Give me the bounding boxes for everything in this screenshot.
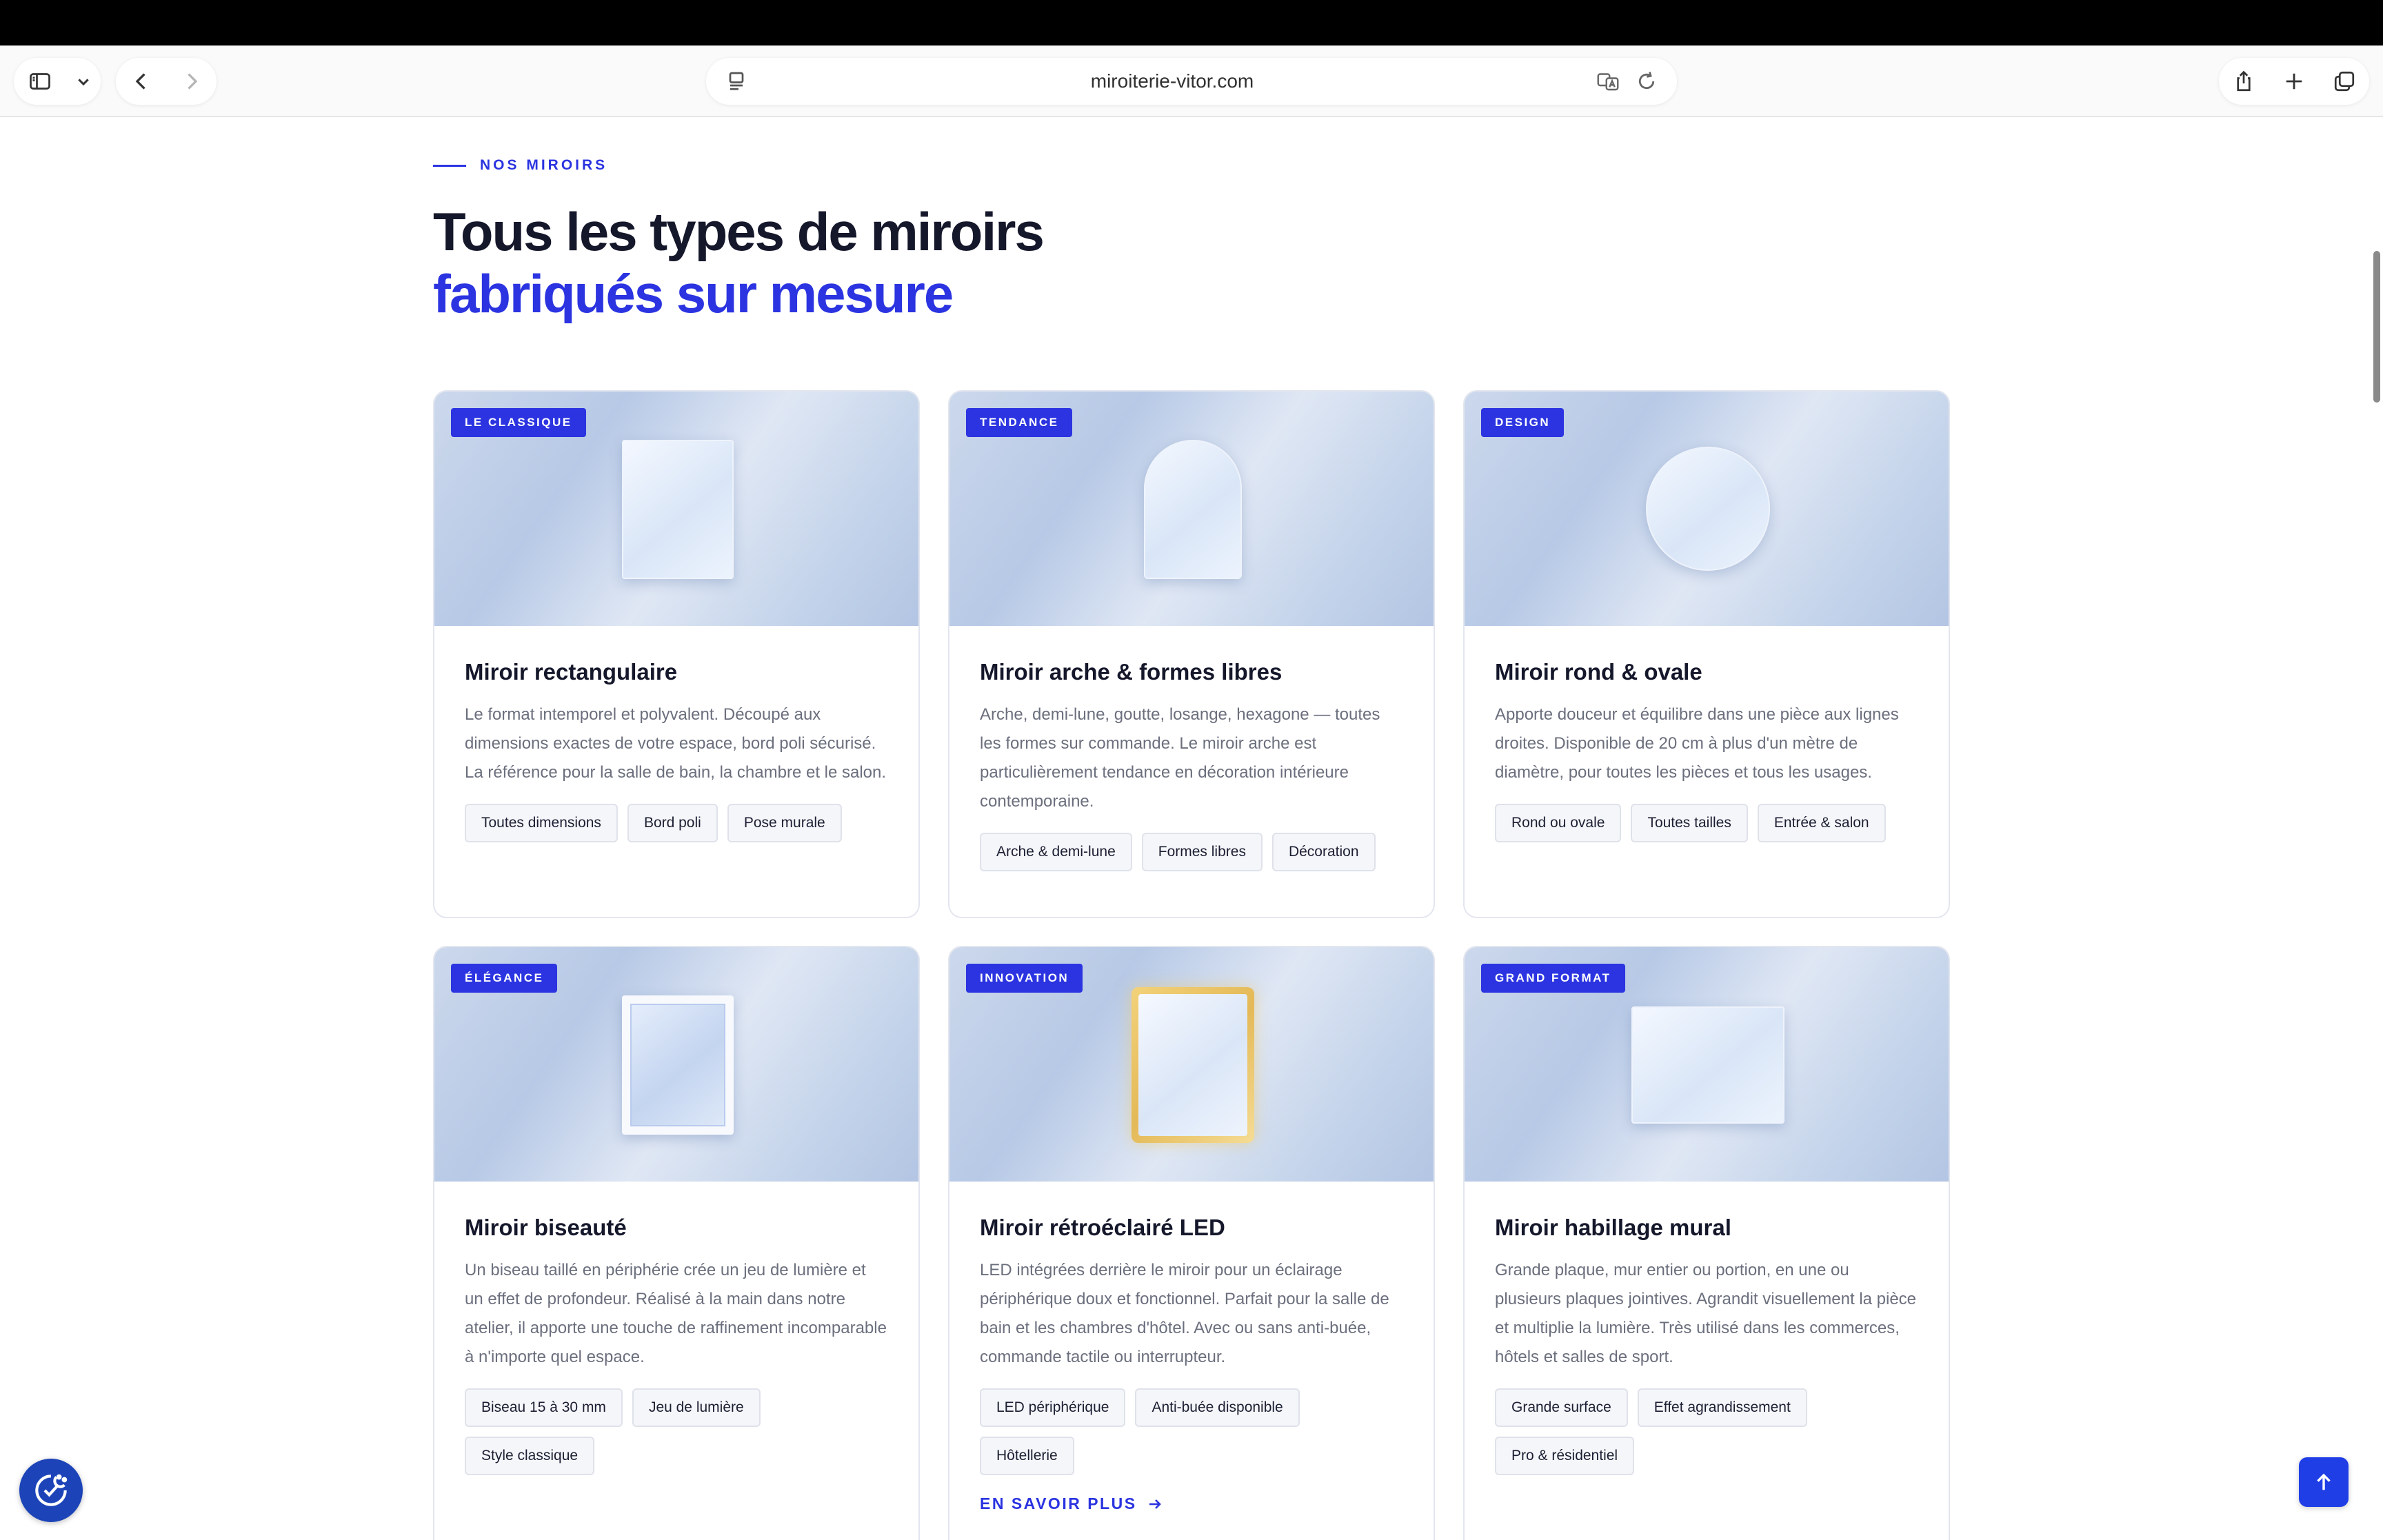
beveled-mirror-illustration [622, 995, 734, 1135]
reload-icon[interactable] [1627, 62, 1666, 101]
arrow-right-icon [1149, 1499, 1161, 1509]
eyebrow-label: NOS MIROIRS [480, 157, 608, 173]
card-tags: Toutes dimensions Bord poli Pose murale [465, 804, 888, 842]
arch-mirror-illustration [1144, 440, 1242, 579]
learn-more-link[interactable]: EN SAVOIR PLUS [980, 1495, 1403, 1513]
round-mirror-illustration [1646, 447, 1770, 571]
tag: Jeu de lumière [632, 1388, 761, 1427]
card-tags: Arche & demi-lune Formes libres Décorati… [980, 833, 1403, 871]
back-arrow-icon[interactable] [122, 62, 161, 101]
card-badge: INNOVATION [966, 964, 1083, 993]
translate-icon[interactable] [1589, 62, 1627, 101]
tag: Anti-buée disponible [1135, 1388, 1300, 1427]
card-title: Miroir rond & ovale [1495, 659, 1702, 685]
rectangular-mirror-illustration [622, 440, 734, 579]
tag: Formes libres [1141, 833, 1263, 871]
card-description: Grande plaque, mur entier ou portion, en… [1495, 1261, 1917, 1366]
tag: Entrée & salon [1757, 804, 1886, 842]
address-bar[interactable]: miroiterie-vitor.com [706, 58, 1677, 105]
card-tags: Rond ou ovale Toutes tailles Entrée & sa… [1495, 804, 1918, 842]
tag: LED périphérique [980, 1388, 1126, 1427]
learn-more-label: EN SAVOIR PLUS [980, 1495, 1137, 1512]
window-actions [2219, 58, 2369, 105]
tag: Style classique [465, 1437, 595, 1475]
card-body: Miroir habillage mural Grande plaque, mu… [1465, 1182, 1949, 1503]
led-mirror-glass [1138, 994, 1247, 1136]
nav-buttons [116, 58, 217, 105]
sidebar-control[interactable] [14, 58, 101, 105]
tag: Pose murale [727, 804, 842, 842]
card-image: GRAND FORMAT [1465, 947, 1949, 1182]
share-icon[interactable] [2224, 62, 2263, 101]
arrow-up-icon [2317, 1473, 2331, 1490]
card-badge: DESIGN [1481, 408, 1565, 437]
page-scrollbar[interactable] [2373, 251, 2380, 403]
card-title: Miroir rectangulaire [465, 659, 678, 685]
card-badge: GRAND FORMAT [1481, 964, 1625, 993]
card-tags: Biseau 15 à 30 mm Jeu de lumière Style c… [465, 1388, 888, 1475]
card-round[interactable]: DESIGN Miroir rond & ovale Apporte douce… [1463, 390, 1950, 918]
tag: Biseau 15 à 30 mm [465, 1388, 623, 1427]
card-image: ÉLÉGANCE [434, 947, 918, 1182]
card-description: Arche, demi-lune, goutte, losange, hexag… [980, 705, 1380, 811]
led-mirror-illustration [1132, 987, 1254, 1143]
card-title: Miroir rétroéclairé LED [980, 1215, 1225, 1240]
card-arch[interactable]: TENDANCE Miroir arche & formes libres Ar… [948, 390, 1435, 918]
card-description: Le format intemporel et polyvalent. Déco… [465, 705, 887, 782]
card-title: Miroir habillage mural [1495, 1215, 1731, 1240]
card-description: LED intégrées derrière le miroir pour un… [980, 1261, 1389, 1366]
tag: Bord poli [627, 804, 718, 842]
plus-icon[interactable] [2275, 62, 2313, 101]
eyebrow-line [433, 164, 466, 167]
scroll-to-top-button[interactable] [2299, 1457, 2349, 1507]
wall-mirror-illustration [1631, 1006, 1784, 1124]
page-content: NOS MIROIRS Tous les types de miroirs fa… [0, 117, 2383, 1540]
sidebar-icon[interactable] [21, 62, 59, 101]
browser-toolbar: miroiterie-vitor.com [0, 45, 2383, 117]
card-body: Miroir rétroéclairé LED LED intégrées de… [949, 1182, 1434, 1540]
tag: Grande surface [1495, 1388, 1628, 1427]
card-image: LE CLASSIQUE [434, 392, 918, 626]
card-image: DESIGN [1465, 392, 1949, 626]
tag: Hôtellerie [980, 1437, 1074, 1475]
card-rectangular[interactable]: LE CLASSIQUE Miroir rectangulaire Le for… [433, 390, 920, 918]
card-image: TENDANCE [949, 392, 1434, 626]
forward-arrow-icon[interactable] [172, 62, 211, 101]
card-body: Miroir rectangulaire Le format intempore… [434, 626, 918, 870]
reader-icon[interactable] [717, 62, 756, 101]
bevel-inner [630, 1004, 725, 1126]
card-image: INNOVATION [949, 947, 1434, 1182]
cookie-consent-icon [35, 1474, 68, 1506]
tag: Toutes dimensions [465, 804, 618, 842]
tag: Rond ou ovale [1495, 804, 1622, 842]
card-tags: Grande surface Effet agrandissement Pro … [1495, 1388, 1918, 1475]
card-wall-cladding[interactable]: GRAND FORMAT Miroir habillage mural Gran… [1463, 946, 1950, 1540]
chevron-down-icon[interactable] [72, 62, 94, 101]
url-text: miroiterie-vitor.com [1090, 70, 1254, 92]
card-body: Miroir biseauté Un biseau taillé en péri… [434, 1182, 918, 1503]
card-body: Miroir arche & formes libres Arche, demi… [949, 626, 1434, 899]
card-tags: LED périphérique Anti-buée disponible Hô… [980, 1388, 1403, 1475]
tag: Toutes tailles [1631, 804, 1748, 842]
card-body: Miroir rond & ovale Apporte douceur et é… [1465, 626, 1949, 870]
section-title-line-2: fabriqués sur mesure [433, 263, 954, 324]
card-badge: LE CLASSIQUE [451, 408, 586, 437]
card-badge: ÉLÉGANCE [451, 964, 558, 993]
tag: Arche & demi-lune [980, 833, 1132, 871]
card-beveled[interactable]: ÉLÉGANCE Miroir biseauté Un biseau taill… [433, 946, 920, 1540]
tag: Décoration [1271, 833, 1376, 871]
section-eyebrow: NOS MIROIRS [433, 157, 607, 174]
card-led[interactable]: INNOVATION Miroir rétroéclairé LED LED i… [948, 946, 1435, 1540]
card-description: Un biseau taillé en périphérie crée un j… [465, 1261, 887, 1366]
card-badge: TENDANCE [966, 408, 1073, 437]
cookie-consent-button[interactable] [19, 1459, 83, 1522]
tag: Pro & résidentiel [1495, 1437, 1635, 1475]
tag: Effet agrandissement [1637, 1388, 1807, 1427]
card-title: Miroir arche & formes libres [980, 659, 1283, 685]
card-title: Miroir biseauté [465, 1215, 627, 1240]
tabs-icon[interactable] [2325, 62, 2364, 101]
card-description: Apporte douceur et équilibre dans une pi… [1495, 705, 1899, 782]
section-title-line-1: Tous les types de miroirs [433, 201, 1045, 262]
system-bar [0, 0, 2383, 45]
